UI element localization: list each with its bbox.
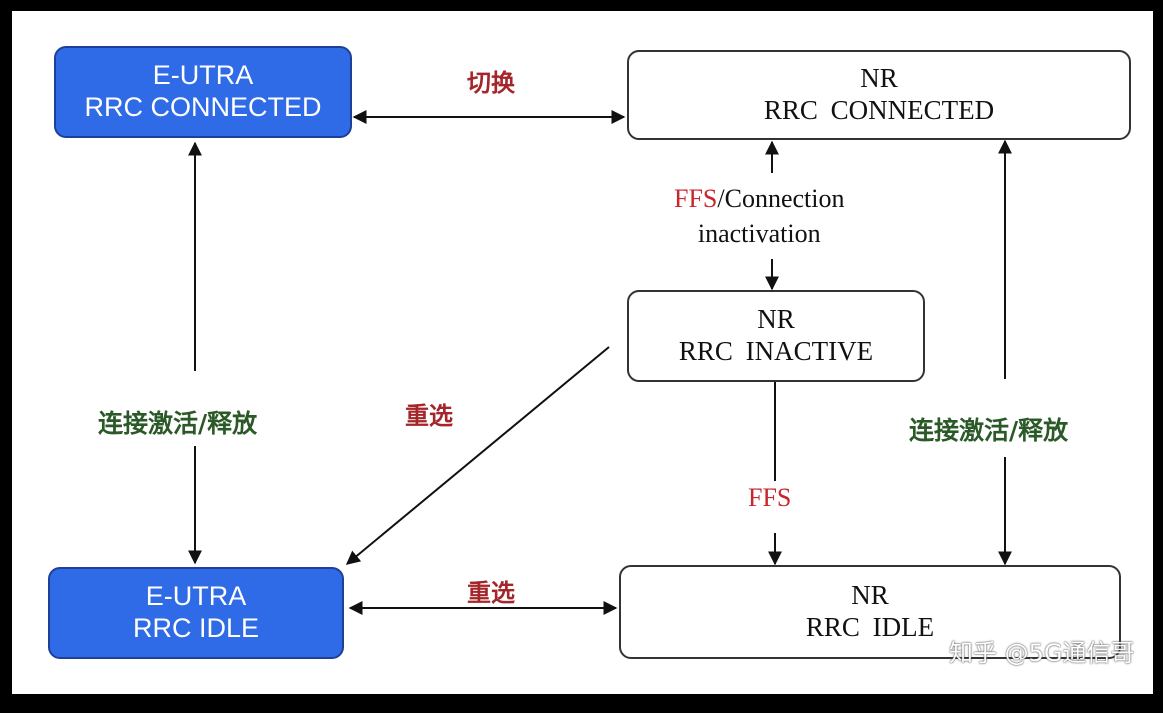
node-nr-rrc-connected-line2: RRC CONNECTED — [763, 95, 995, 125]
label-ffs-connection-line2: inactivation — [697, 219, 821, 249]
node-eutra-rrc-connected-line1: E-UTRA — [152, 60, 254, 91]
label-ffs-idle: FFS — [748, 483, 792, 512]
arrow-reselect-diagonal — [345, 346, 610, 565]
node-nr-rrc-idle-line2: RRC IDLE — [805, 612, 935, 642]
label-handover: 切换 — [467, 69, 515, 97]
node-nr-rrc-inactive-line1: NR — [757, 304, 795, 335]
node-eutra-rrc-connected: E-UTRA RRC CONNECTED — [54, 46, 352, 138]
label-connection-release-left: 连接激活/释放 — [98, 409, 258, 438]
node-nr-rrc-idle-line1: NR — [851, 580, 889, 611]
watermark: 知乎 @5G通信哥 — [949, 639, 1135, 667]
node-eutra-rrc-idle: E-UTRA RRC IDLE — [48, 567, 344, 659]
label-connection-text: /Connection — [717, 184, 845, 213]
label-ffs-prefix: FFS — [674, 184, 718, 213]
label-ffs-connection-line1: FFS/Connection — [674, 181, 844, 216]
node-nr-rrc-connected-line1: NR — [860, 63, 898, 94]
label-connection-release-right: 连接激活/释放 — [909, 416, 1069, 445]
node-nr-rrc-connected: NR RRC CONNECTED — [627, 50, 1131, 140]
label-ffs-connection-inactivation: FFS/Connection inactivation — [674, 181, 844, 251]
node-nr-rrc-inactive: NR RRC INACTIVE — [627, 290, 925, 382]
label-reselect-diagonal: 重选 — [405, 402, 453, 430]
node-eutra-rrc-idle-line1: E-UTRA — [145, 581, 247, 612]
node-eutra-rrc-idle-line2: RRC IDLE — [132, 613, 260, 643]
node-nr-rrc-inactive-line2: RRC INACTIVE — [678, 336, 874, 366]
diagram-canvas: E-UTRA RRC CONNECTED E-UTRA RRC IDLE NR … — [12, 11, 1153, 694]
label-reselect-bottom: 重选 — [467, 579, 515, 607]
node-eutra-rrc-connected-line2: RRC CONNECTED — [84, 92, 322, 122]
